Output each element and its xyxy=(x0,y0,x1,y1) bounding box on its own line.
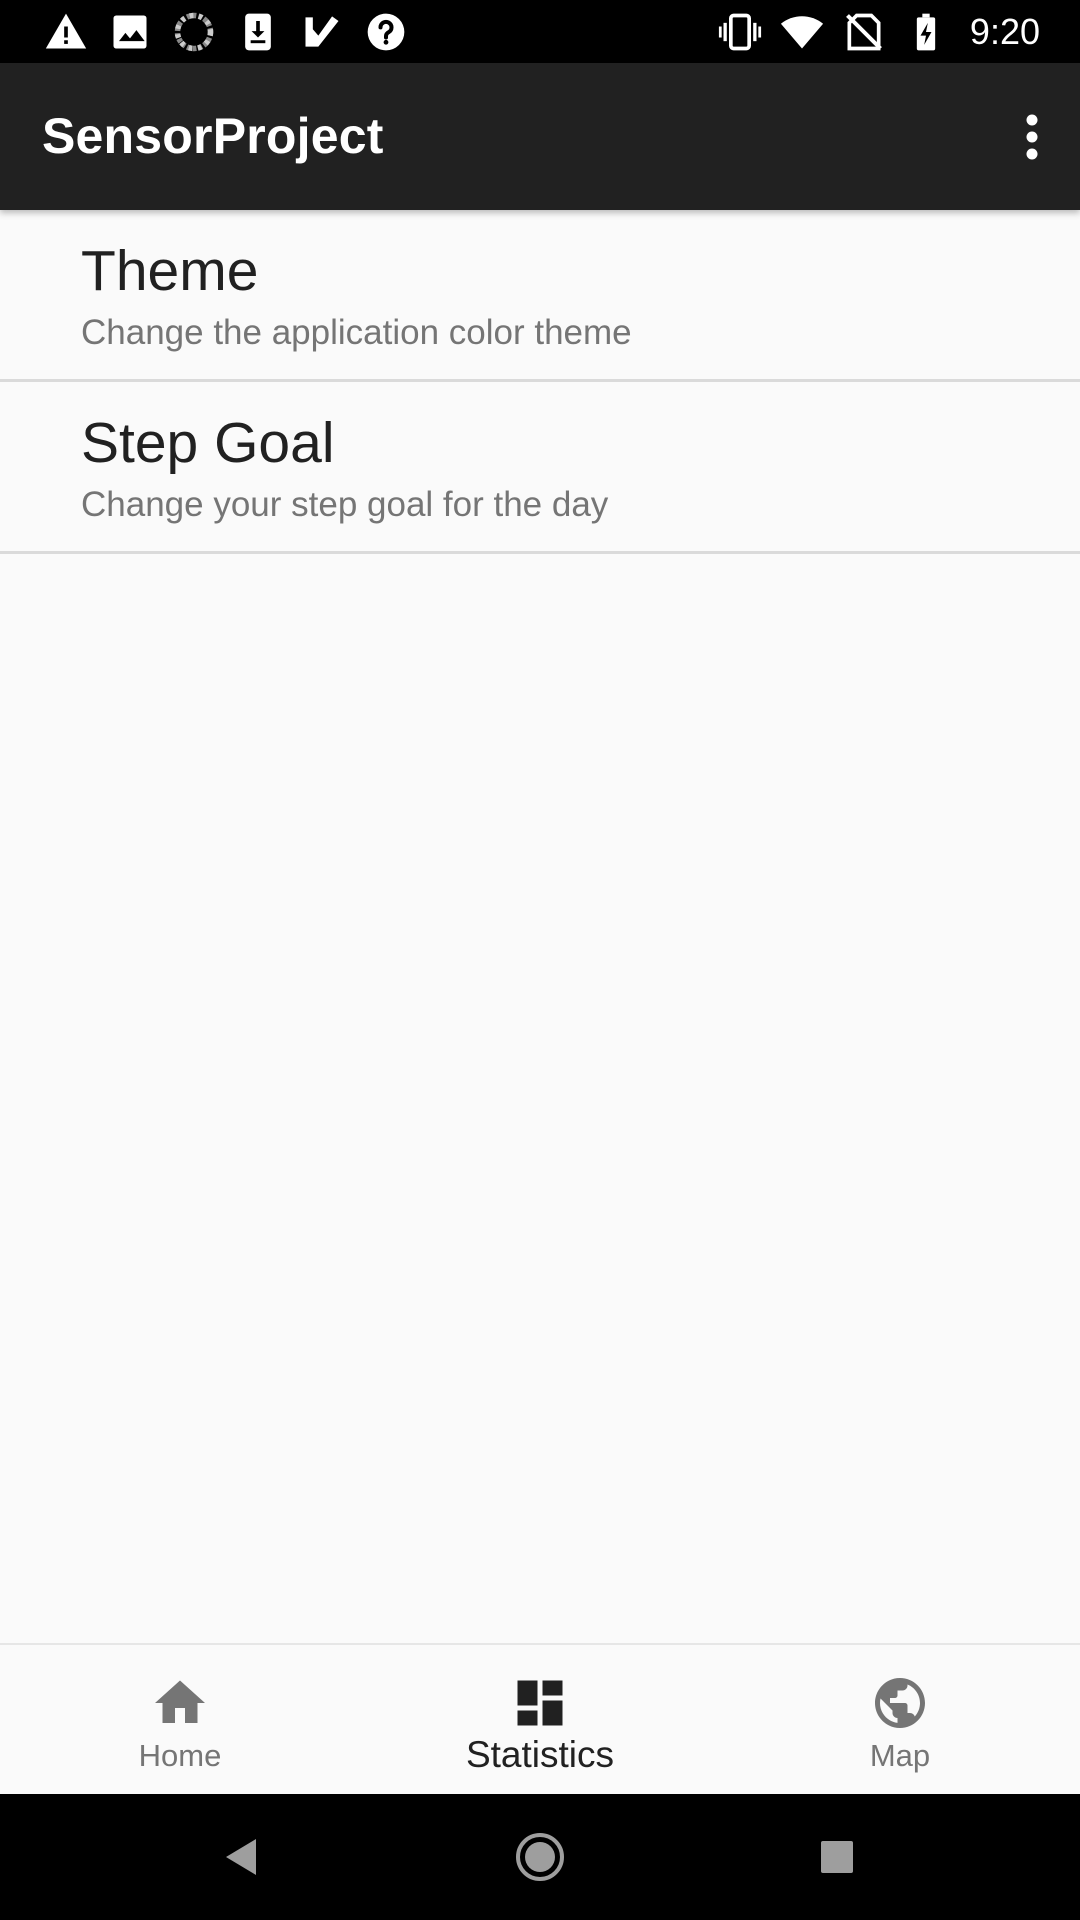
preference-list: Theme Change the application color theme… xyxy=(0,210,1080,554)
download-icon xyxy=(245,13,271,51)
preference-title: Theme xyxy=(81,239,259,303)
clock: 9:20 xyxy=(969,11,1040,52)
system-navigation-bar xyxy=(0,1794,1080,1920)
more-vert-icon xyxy=(1026,114,1038,160)
home-circle-icon xyxy=(516,1833,564,1881)
nav-label-map: Map xyxy=(869,1738,931,1773)
loading-icon xyxy=(174,12,214,52)
nav-label-statistics: Statistics xyxy=(465,1734,615,1775)
notification-icons xyxy=(44,10,408,54)
no-sim-icon xyxy=(845,13,882,51)
status-bar: 9:20 xyxy=(0,0,1080,63)
overflow-menu-button[interactable] xyxy=(1002,99,1062,175)
globe-icon xyxy=(875,1678,925,1728)
preference-step-goal[interactable]: Step Goal Change your step goal for the … xyxy=(0,382,1080,554)
recents-button[interactable] xyxy=(804,1824,870,1890)
preference-theme[interactable]: Theme Change the application color theme xyxy=(0,210,1080,382)
battery-charging-icon xyxy=(916,13,936,51)
wifi-icon xyxy=(780,16,824,49)
warning-icon xyxy=(45,13,87,49)
app-title: SensorProject xyxy=(42,108,384,164)
image-icon xyxy=(113,15,147,49)
help-icon xyxy=(367,13,405,51)
system-status-icons: 9:20 xyxy=(718,10,1040,54)
vibrate-icon xyxy=(718,13,762,51)
check-icon xyxy=(305,16,339,47)
nav-item-statistics[interactable]: Statistics xyxy=(360,1645,720,1796)
back-icon xyxy=(226,1839,256,1875)
dashboard-icon xyxy=(517,1680,563,1726)
bottom-navigation: Home Statistics Map xyxy=(0,1643,1080,1796)
nav-item-home[interactable]: Home xyxy=(0,1645,360,1796)
home-system-button[interactable] xyxy=(507,1824,573,1890)
nav-label-home: Home xyxy=(138,1738,222,1773)
app-bar: SensorProject xyxy=(0,63,1080,210)
preference-title: Step Goal xyxy=(81,411,335,475)
nav-item-map[interactable]: Map xyxy=(720,1645,1080,1796)
preference-summary: Change the application color theme xyxy=(81,313,632,352)
back-button[interactable] xyxy=(207,1824,273,1890)
recents-icon xyxy=(821,1841,853,1873)
preference-summary: Change your step goal for the day xyxy=(81,485,609,524)
home-icon xyxy=(155,1680,205,1723)
screen: 9:20 SensorProject Theme Change the appl… xyxy=(0,0,1080,1920)
